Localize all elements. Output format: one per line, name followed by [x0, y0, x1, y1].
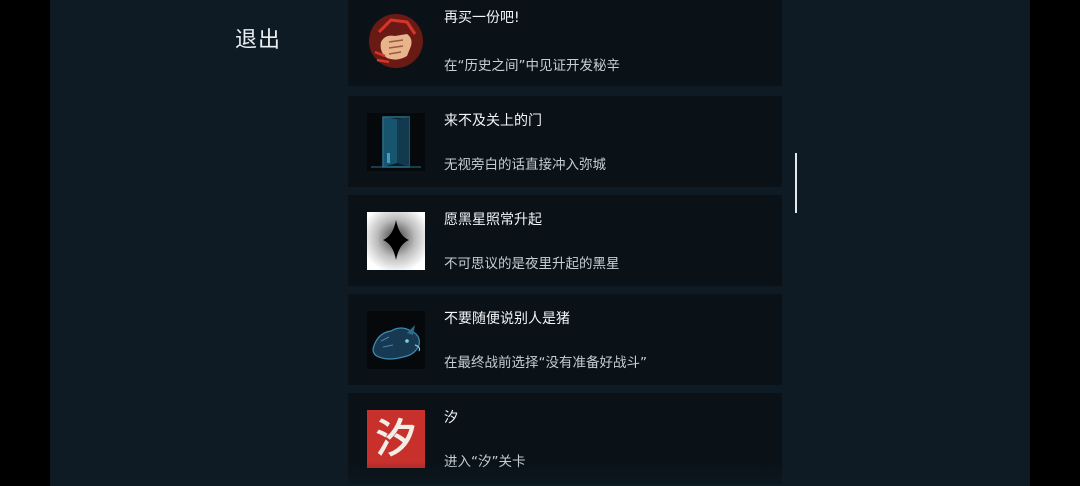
achievement-description: 在最终战前选择“没有准备好战斗” [444, 355, 647, 371]
achievement-title: 来不及关上的门 [444, 113, 542, 129]
xi-glyph: 汐 [376, 415, 416, 462]
exit-button[interactable]: 退出 [235, 22, 281, 54]
door-icon [367, 113, 425, 171]
black-star-icon [367, 212, 425, 270]
achievement-description: 在“历史之间”中见证开发秘辛 [444, 58, 620, 74]
achievement-title: 再买一份吧! [444, 10, 520, 26]
achievement-description: 不可思议的是夜里升起的黑星 [444, 256, 620, 272]
xi-glyph-icon: 汐 [367, 410, 425, 468]
achievement-title: 汐 [444, 410, 458, 426]
achievement-description: 无视旁白的话直接冲入弥城 [444, 157, 606, 173]
achievement-card[interactable]: 愿黑星照常升起 不可思议的是夜里升起的黑星 [348, 195, 782, 286]
fist-icon [367, 12, 425, 70]
achievement-card[interactable]: 来不及关上的门 无视旁白的话直接冲入弥城 [348, 96, 782, 187]
achievement-description: 进入“汐”关卡 [444, 454, 526, 470]
scrollbar-thumb[interactable] [795, 153, 797, 213]
achievement-card[interactable]: 不要随便说别人是猪 在最终战前选择“没有准备好战斗” [348, 294, 782, 385]
achievements-screen: 退出 再买一份吧! 在“历史之间”中见证开发秘辛 来不及关上的门 无视旁白的话直… [50, 0, 1030, 486]
achievement-list[interactable]: 再买一份吧! 在“历史之间”中见证开发秘辛 来不及关上的门 无视旁白的话直接冲入… [348, 0, 782, 486]
achievement-card[interactable]: 汐 汐 进入“汐”关卡 [348, 393, 782, 484]
boar-icon [367, 311, 425, 369]
achievement-title: 愿黑星照常升起 [444, 212, 542, 228]
achievement-title: 不要随便说别人是猪 [444, 311, 570, 327]
achievement-card[interactable]: 再买一份吧! 在“历史之间”中见证开发秘辛 [348, 0, 782, 86]
